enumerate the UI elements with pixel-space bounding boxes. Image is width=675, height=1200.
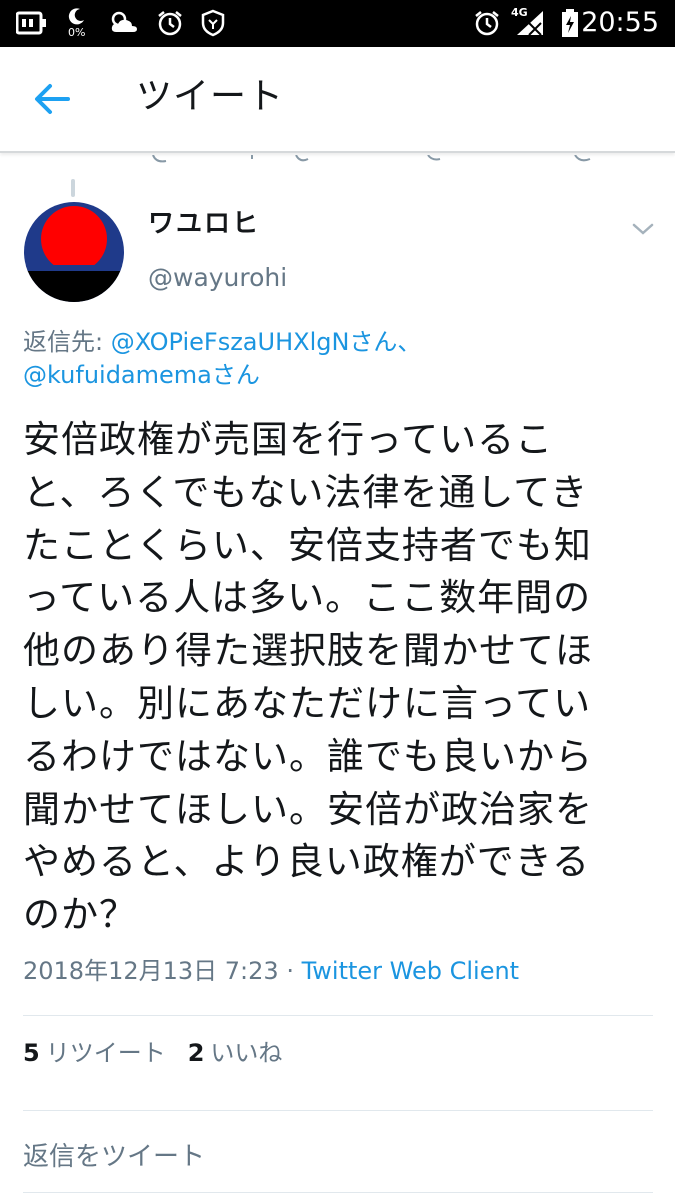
sim-card-icon (16, 8, 48, 38)
alarm-icon (156, 8, 184, 38)
back-button[interactable] (32, 81, 72, 117)
tweet-text-line: るわけではない。誰でも良いから (23, 734, 593, 778)
tweet-stats: 5 リツイート 2 いいね (23, 1037, 282, 1069)
reply-to-user-2[interactable]: @kufuidamemaさん (23, 361, 260, 389)
retweet-stat[interactable]: 5 リツイート (23, 1037, 166, 1069)
retweet-count: 5 (23, 1039, 40, 1067)
reply-to-user-1-handle: @XOPieFszaUHXlgN (110, 328, 350, 356)
tweet-text-line: と、ろくでもない法律を通してき (23, 470, 589, 514)
reply-to-user-2-handle: @kufuidamema (23, 361, 212, 389)
divider (23, 1192, 653, 1193)
divider (23, 1110, 653, 1111)
avatar[interactable] (23, 201, 125, 303)
author-display-name[interactable]: ワユロヒ (148, 207, 260, 241)
weather-icon (108, 8, 140, 38)
tweet-text-line: 安倍政権が売国を行っているこ (23, 418, 554, 461)
thread-connector (71, 179, 75, 197)
tweet-meta: 2018年12月13日 7:23 · Twitter Web Client (23, 955, 519, 987)
shield-icon (200, 8, 226, 38)
app-bar: ツイート (0, 47, 675, 153)
tweet-text-line: しい。別にあなただけに言ってい (23, 681, 592, 725)
tweet-text: 安倍政権が売国を行っているこ と、ろくでもない法律を通してき たことくらい、安倍… (23, 414, 653, 942)
divider (23, 1015, 653, 1016)
reply-to-prefix: 返信先: (23, 328, 111, 356)
status-clock: 20:55 (581, 7, 659, 38)
like-count: 2 (187, 1039, 205, 1067)
tweet-text-line: 聞かせてほしい。安倍が政治家を (23, 787, 593, 831)
battery-charging-icon (560, 8, 580, 38)
moon-icon (68, 6, 86, 26)
like-stat[interactable]: 2 いいね (188, 1037, 283, 1069)
arrow-left-icon (32, 84, 72, 121)
page-title: ツイート (136, 76, 285, 117)
battery-saver-percent: 0% (68, 26, 86, 39)
reply-to-user-2-suffix: さん (211, 361, 260, 389)
retweet-label: リツイート (45, 1039, 166, 1067)
reply-to-user-1-suffix: さん、 (349, 328, 422, 356)
alarm-icon-right (473, 8, 501, 38)
author-handle[interactable]: @wayurohi (148, 262, 287, 294)
meta-separator: · (278, 957, 302, 985)
previous-tweet-remnant (0, 152, 675, 164)
like-label: いいね (210, 1039, 283, 1067)
tweet-text-line: っている人は多い。ここ数年間の (23, 576, 592, 620)
tweet-text-line: 他のあり得た選択肢を聞かせてほ (23, 629, 593, 673)
reply-to: 返信先: @XOPieFszaUHXlgNさん、 @kufuidamemaさん (23, 326, 663, 392)
tweet-options-button[interactable] (630, 220, 656, 238)
status-bar: 0% 4G 20:55 (0, 0, 675, 47)
chevron-down-icon (630, 223, 656, 242)
tweet-text-line: やめると、より良い政権ができる (23, 840, 591, 884)
tweet-text-line: のか？ (23, 893, 137, 937)
tweet-timestamp[interactable]: 2018年12月13日 7:23 (23, 957, 279, 985)
reply-tweet-input[interactable]: 返信をツイート (23, 1140, 205, 1174)
signal-icon (515, 8, 547, 38)
tweet-text-line: たことくらい、安倍支持者でも知 (23, 523, 592, 567)
tweet-client-link[interactable]: Twitter Web Client (302, 957, 520, 985)
reply-to-user-1[interactable]: @XOPieFszaUHXlgNさん、 (111, 328, 422, 356)
